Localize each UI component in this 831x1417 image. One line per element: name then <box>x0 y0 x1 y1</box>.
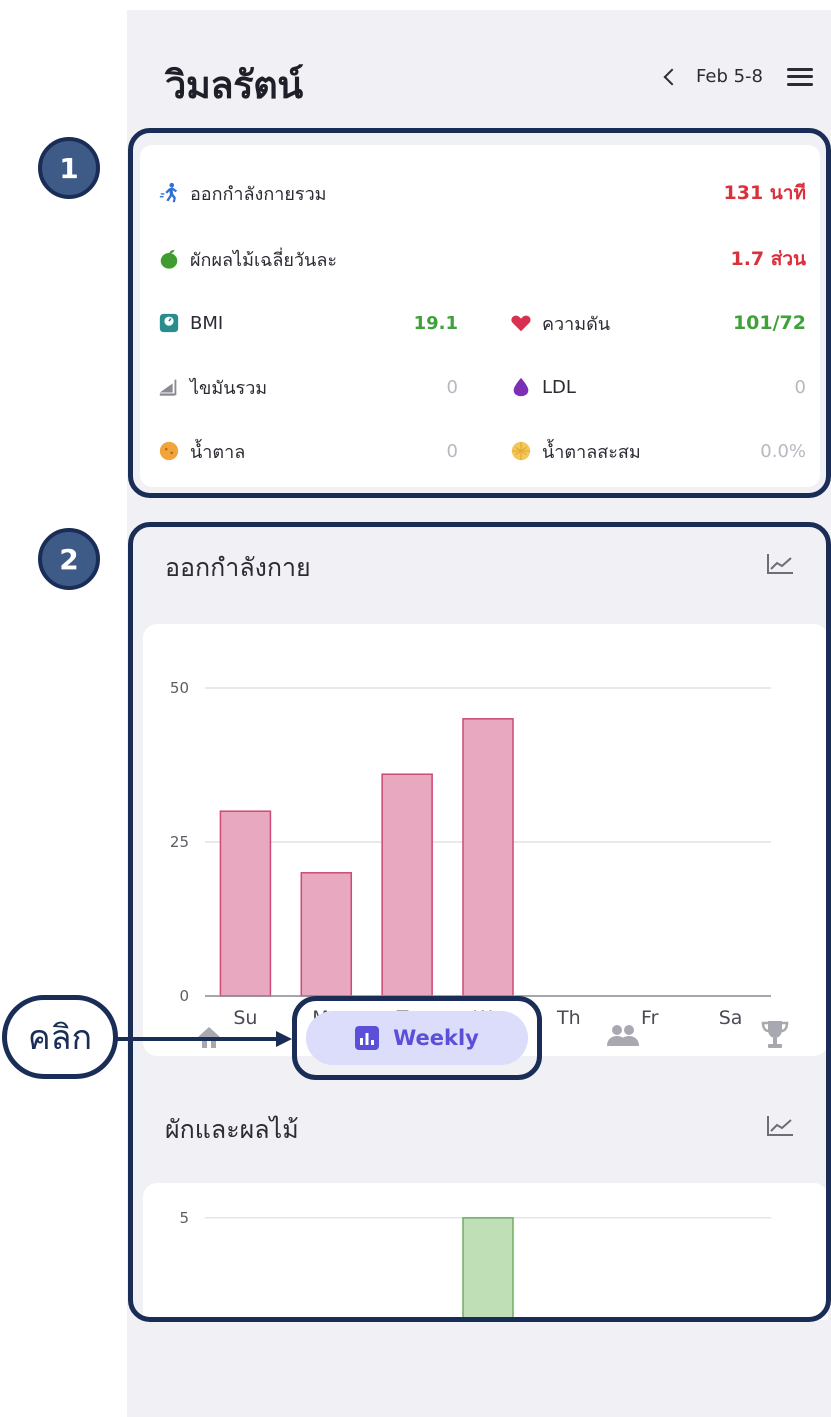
chevron-left-icon[interactable] <box>663 68 681 85</box>
highlight-weekly-tab <box>292 996 542 1080</box>
click-label: คลิก <box>27 1018 93 1058</box>
arrow-icon <box>116 1031 292 1047</box>
highlight-summary <box>128 128 831 498</box>
date-range[interactable]: Feb 5-8 <box>696 66 763 87</box>
step-marker-1: 1 <box>38 137 100 199</box>
bottom-nav <box>127 1320 831 1417</box>
page-title: วิมลรัตน์ <box>165 63 303 107</box>
click-annotation: คลิก <box>2 995 118 1079</box>
menu-icon[interactable] <box>787 67 813 86</box>
date-navigator: Feb 5-8 <box>663 66 813 87</box>
step-marker-2: 2 <box>38 528 100 590</box>
highlight-charts <box>128 522 831 1322</box>
